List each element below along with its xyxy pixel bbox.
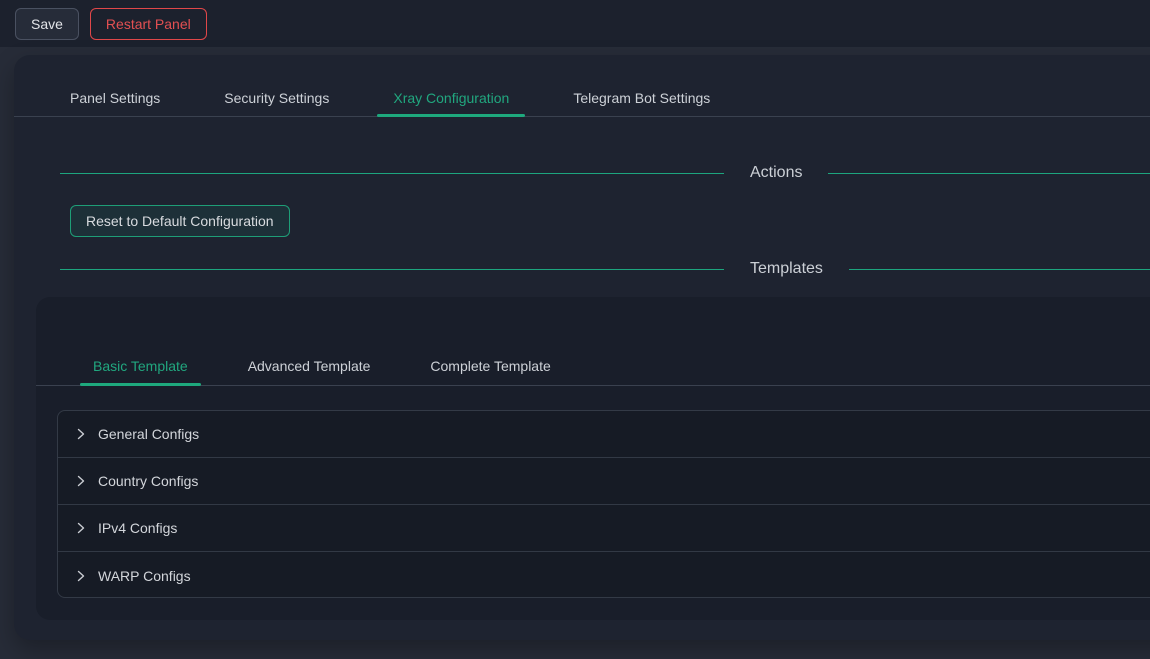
chevron-right-icon (75, 522, 87, 534)
chevron-right-icon (75, 570, 87, 582)
tab-advanced-template[interactable]: Advanced Template (235, 347, 384, 385)
settings-card: Panel Settings Security Settings Xray Co… (14, 55, 1150, 640)
tab-complete-template[interactable]: Complete Template (417, 347, 563, 385)
reset-default-configuration-button[interactable]: Reset to Default Configuration (70, 205, 290, 237)
accordion-country-configs[interactable]: Country Configs (58, 458, 1150, 505)
screen: Save Restart Panel Panel Settings Securi… (0, 0, 1150, 659)
templates-divider-label: Templates (750, 260, 823, 278)
templates-card: Basic Template Advanced Template Complet… (36, 297, 1150, 620)
accordion-label: Country Configs (98, 473, 198, 489)
divider-line (60, 269, 724, 270)
accordion-ipv4-configs[interactable]: IPv4 Configs (58, 505, 1150, 552)
tab-panel-settings[interactable]: Panel Settings (54, 79, 176, 116)
accordion-label: WARP Configs (98, 568, 191, 584)
accordion-label: IPv4 Configs (98, 520, 177, 536)
actions-divider: Actions (60, 163, 1150, 183)
chevron-right-icon (75, 475, 87, 487)
template-tabs: Basic Template Advanced Template Complet… (36, 347, 1150, 386)
tab-basic-template[interactable]: Basic Template (80, 347, 201, 385)
template-config-accordion: General Configs Country Configs IPv4 Con… (57, 410, 1150, 598)
save-button[interactable]: Save (15, 8, 79, 40)
tab-security-settings[interactable]: Security Settings (208, 79, 345, 116)
divider-line (60, 173, 724, 174)
topbar: Save Restart Panel (0, 0, 1150, 47)
accordion-general-configs[interactable]: General Configs (58, 411, 1150, 458)
divider-line (849, 269, 1150, 270)
templates-divider: Templates (60, 259, 1150, 279)
settings-tabs: Panel Settings Security Settings Xray Co… (14, 79, 1150, 117)
restart-panel-button[interactable]: Restart Panel (90, 8, 207, 40)
accordion-label: General Configs (98, 426, 199, 442)
tab-xray-configuration[interactable]: Xray Configuration (377, 79, 525, 116)
divider-line (828, 173, 1150, 174)
actions-divider-label: Actions (750, 164, 802, 182)
tab-telegram-bot-settings[interactable]: Telegram Bot Settings (557, 79, 726, 116)
accordion-warp-configs[interactable]: WARP Configs (58, 552, 1150, 599)
chevron-right-icon (75, 428, 87, 440)
